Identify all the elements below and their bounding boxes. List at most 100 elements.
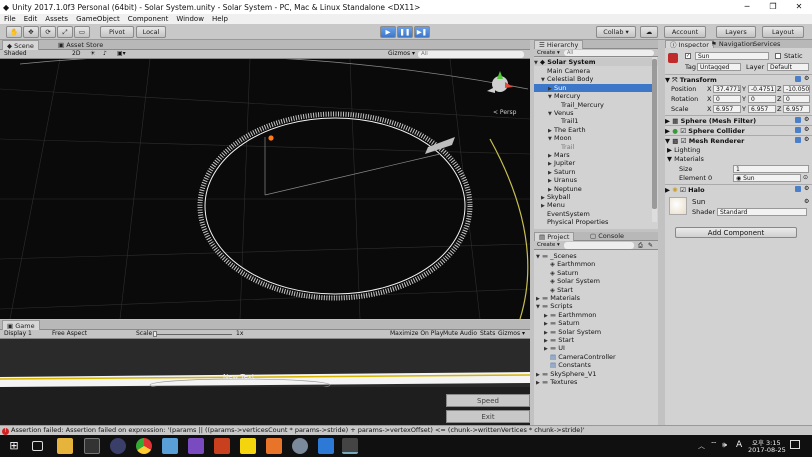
move-tool-button[interactable]: ✥ — [23, 26, 39, 38]
effects-toggle-icon[interactable]: ▣▾ — [117, 50, 126, 57]
gizmos-dropdown[interactable]: Gizmos ▾ — [388, 50, 415, 57]
project-item[interactable]: ◈ Earthmmon — [534, 260, 658, 268]
transform-settings-icon[interactable]: ⚙ — [804, 75, 809, 82]
hierarchy-item[interactable]: ▶ Menu — [534, 201, 652, 209]
project-item[interactable]: ▶ ▬ Solar System — [534, 328, 658, 336]
scale-slider[interactable] — [154, 334, 232, 335]
local-button[interactable]: Local — [136, 26, 166, 38]
mesh-filter-header[interactable]: ▶ ▦ Sphere (Mesh Filter) — [665, 115, 812, 125]
rotation-x-field[interactable]: 0 — [713, 95, 741, 103]
maximize-on-play-toggle[interactable]: Maximize On Play — [390, 330, 443, 337]
static-checkbox[interactable] — [775, 53, 781, 59]
project-item[interactable]: ▼ ▬ _Scenes — [534, 252, 658, 260]
hierarchy-item[interactable]: ▶ Neptune — [534, 185, 652, 193]
menu-window[interactable]: Window — [172, 15, 208, 23]
game-gizmos-dropdown[interactable]: Gizmos ▾ — [498, 330, 525, 337]
app-icon-orange[interactable] — [266, 438, 282, 454]
cloud-icon[interactable]: ☁ — [640, 26, 658, 38]
object-name-field[interactable]: Sun — [695, 52, 769, 60]
hierarchy-create-dropdown[interactable]: Create ▾ — [537, 49, 560, 57]
project-item[interactable]: ▶ ▬ Earthmmon — [534, 311, 658, 319]
tab-game[interactable]: ▣ Game — [2, 320, 40, 330]
hierarchy-item[interactable]: EventSystem — [534, 210, 652, 218]
sphere-collider-help-icon[interactable] — [795, 127, 801, 133]
hierarchy-item[interactable]: ▼ Venus — [534, 109, 652, 117]
display-dropdown[interactable]: Display 1 — [4, 330, 32, 337]
menu-help[interactable]: Help — [208, 15, 232, 23]
hierarchy-item[interactable]: ▼ Celestial Body — [534, 75, 652, 83]
project-item[interactable]: ▶ ▬ Textures — [534, 378, 658, 386]
project-item[interactable]: ▶ ▬ Materials — [534, 294, 658, 302]
tab-project[interactable]: ▤ Project — [534, 232, 575, 241]
visual-studio-icon[interactable] — [188, 438, 204, 454]
notification-icon[interactable] — [790, 440, 800, 449]
hierarchy-item[interactable]: ▶ Uranus — [534, 176, 652, 184]
edge-icon[interactable] — [318, 438, 334, 454]
hierarchy-item[interactable]: Trail — [534, 143, 652, 151]
persp-label[interactable]: < Persp — [493, 109, 517, 116]
tab-hierarchy[interactable]: ☰ Hierarchy — [534, 40, 584, 49]
hierarchy-search-input[interactable]: All — [564, 50, 654, 56]
file-explorer-icon[interactable] — [57, 438, 73, 454]
hierarchy-item[interactable]: ▼ Mercury — [534, 92, 652, 100]
hierarchy-item[interactable]: Main Camera — [534, 67, 652, 75]
rotation-y-field[interactable]: 0 — [748, 95, 776, 103]
mesh-renderer-help-icon[interactable] — [795, 137, 801, 143]
lighting-toggle-icon[interactable]: ☀ — [90, 50, 95, 57]
active-checkbox[interactable]: ✓ — [685, 53, 691, 59]
menu-edit[interactable]: Edit — [20, 15, 42, 23]
scale-y-field[interactable]: 6.957 — [748, 105, 776, 113]
hierarchy-item[interactable]: Trail1 — [534, 117, 652, 125]
input-language[interactable]: A — [736, 440, 742, 450]
2d-toggle[interactable]: 2D — [72, 50, 80, 57]
powerpoint-icon[interactable] — [214, 438, 230, 454]
tray-chevron-icon[interactable]: ︿ — [698, 441, 705, 451]
element0-field[interactable]: ◉ Sun — [733, 174, 801, 182]
halo-help-icon[interactable] — [795, 186, 801, 192]
volume-icon[interactable]: 🕪 — [722, 440, 727, 450]
project-item[interactable]: ▶ ▬ Saturn — [534, 319, 658, 327]
position-y-field[interactable]: -0.4751 — [748, 85, 776, 93]
transform-header[interactable]: ▼ ⤧ Transform — [665, 74, 812, 84]
pivot-button[interactable]: Pivot — [100, 26, 134, 38]
network-icon[interactable]: ⌔ — [710, 440, 718, 450]
hierarchy-item[interactable]: ▼ Moon — [534, 134, 652, 142]
account-dropdown[interactable]: Account — [664, 26, 706, 38]
add-component-button[interactable]: Add Component — [675, 227, 797, 238]
menu-gameobject[interactable]: GameObject — [72, 15, 124, 23]
element0-picker-icon[interactable]: ⊙ — [803, 174, 808, 181]
mesh-renderer-header[interactable]: ▼ ▩ ☑ Mesh Renderer — [665, 135, 812, 145]
project-item[interactable]: ▤ CameraController — [534, 353, 658, 361]
maximize-button[interactable]: ❐ — [760, 0, 786, 14]
project-create-dropdown[interactable]: Create ▾ — [537, 241, 560, 250]
hierarchy-item[interactable]: ▶ Mars — [534, 151, 652, 159]
tab-console[interactable]: ▢ Console — [586, 232, 628, 241]
audio-toggle-icon[interactable]: ♪ — [103, 50, 107, 57]
mesh-renderer-settings-icon[interactable]: ⚙ — [804, 136, 809, 143]
pause-button[interactable]: ❚❚ — [397, 26, 413, 38]
chrome-icon[interactable] — [136, 438, 152, 454]
rotation-z-field[interactable]: 0 — [783, 95, 810, 103]
halo-settings-icon[interactable]: ⚙ — [804, 185, 809, 192]
sphere-collider-settings-icon[interactable]: ⚙ — [804, 126, 809, 133]
project-item[interactable]: ▼ ▬ Scripts — [534, 302, 658, 310]
shader-dropdown[interactable]: Standard — [717, 208, 807, 216]
exit-button[interactable]: Exit — [446, 410, 530, 423]
app-icon-blue[interactable] — [162, 438, 178, 454]
play-button[interactable]: ▶ — [380, 26, 396, 38]
scale-z-field[interactable]: 6.957 — [783, 105, 810, 113]
project-search-input[interactable] — [564, 242, 634, 249]
windows-start-icon[interactable]: ⊞ — [6, 438, 22, 454]
lighting-foldout[interactable]: ▶ Lighting — [667, 146, 700, 154]
mesh-filter-help-icon[interactable] — [795, 117, 801, 123]
aspect-dropdown[interactable]: Free Aspect — [52, 330, 87, 337]
project-item[interactable]: ▶ ▬ SkySphere_V1 — [534, 370, 658, 378]
mute-audio-toggle[interactable]: Mute Audio — [443, 330, 477, 337]
unity-taskbar-icon[interactable] — [342, 438, 358, 454]
halo-checkbox[interactable]: ☑ — [680, 186, 688, 194]
search-by-type-icon[interactable]: ⎙ — [638, 241, 643, 250]
shading-mode-dropdown[interactable]: Shaded — [4, 50, 27, 57]
layer-dropdown[interactable]: Default — [767, 63, 809, 71]
project-item[interactable]: ◈ Saturn — [534, 269, 658, 277]
mesh-filter-settings-icon[interactable]: ⚙ — [804, 116, 809, 123]
